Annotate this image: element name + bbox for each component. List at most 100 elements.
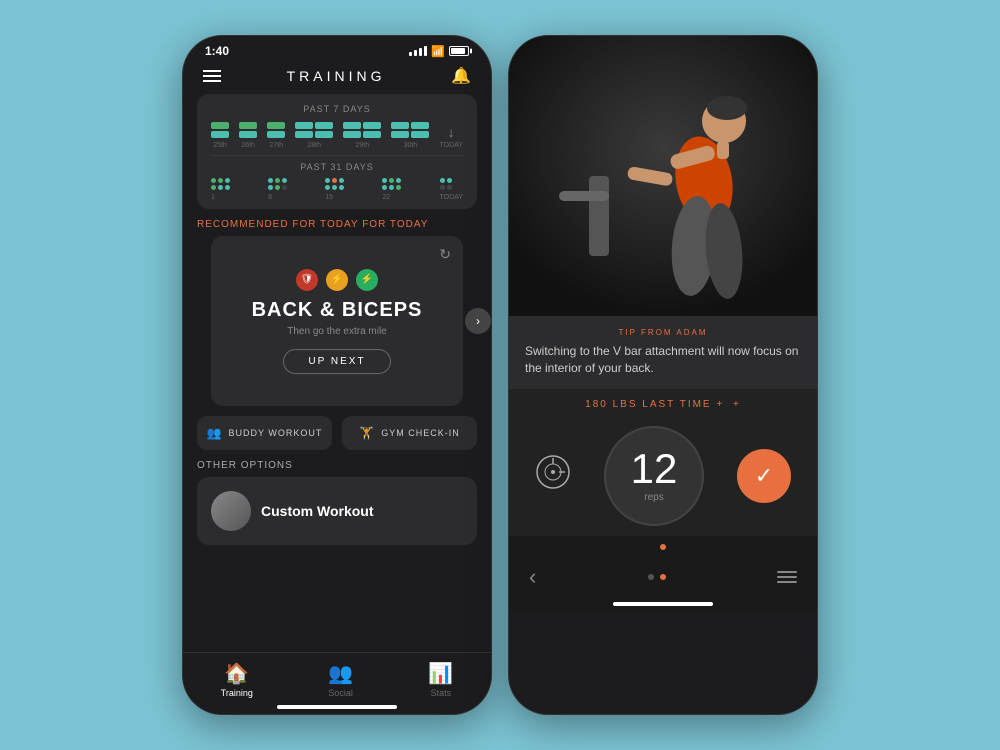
last-time-weight: 180 LBS LAST TIME <box>585 399 711 410</box>
reps-label: reps <box>644 492 663 503</box>
stats-nav-icon: 📊 <box>428 661 453 686</box>
phone-2: TIP FROM ADAM Switching to the V bar att… <box>508 35 818 715</box>
grid-label: 22 <box>382 194 401 201</box>
recommended-header: RECOMMENDED FOR TODAY FOR TODAY <box>183 209 491 236</box>
time-display: 1:40 <box>205 44 229 58</box>
grid-label: 8 <box>268 194 287 201</box>
recommended-label: RECOMMENDED <box>197 219 289 230</box>
download-icon: ↓ <box>448 124 455 140</box>
day-col-27: 27th <box>267 122 285 149</box>
carousel-next-icon[interactable]: › <box>465 308 491 334</box>
page-dots <box>648 574 666 580</box>
stats-nav-label: Stats <box>431 688 452 698</box>
gym-checkin-icon: 🏋 <box>359 426 375 440</box>
badge-icon-yellow: ⚡ <box>326 269 348 291</box>
buddy-workout-label: BUDDY WORKOUT <box>229 428 323 438</box>
page-dot-1 <box>648 574 654 580</box>
up-next-button[interactable]: UP NEXT <box>283 349 390 374</box>
other-options-section: OTHER OPTIONS Custom Workout <box>183 460 491 545</box>
buddy-workout-button[interactable]: 👥 BUDDY WORKOUT <box>197 416 332 450</box>
phone1-content: TRAINING 🔔 PAST 7 DAYS 25th <box>183 62 491 696</box>
last-time-label: 180 LBS LAST TIME + + <box>585 399 741 410</box>
signal-icon <box>409 46 427 56</box>
bottom-controls: ‹ <box>509 536 817 612</box>
past31-label: PAST 31 DAYS <box>211 162 463 172</box>
counter-section: 180 LBS LAST TIME + + 12 reps <box>509 389 817 536</box>
gym-checkin-button[interactable]: 🏋 GYM CHECK-IN <box>342 416 477 450</box>
today-download-col: ↓ TODAY <box>439 124 462 149</box>
workout-card-container: ↻ 🛡 ⚡ ⚡ BACK & BICEPS Then go the extra … <box>197 236 477 406</box>
notification-bell-icon[interactable]: 🔔 <box>451 66 471 86</box>
day-col-28: 28th <box>295 122 333 149</box>
buddy-workout-icon: 👥 <box>207 426 223 440</box>
whistle-icon <box>535 454 571 497</box>
share-icon[interactable]: ↻ <box>439 246 451 263</box>
workout-subtitle: Then go the extra mile <box>287 326 387 337</box>
menu-icon[interactable] <box>777 571 797 583</box>
rep-counter: 12 reps <box>604 426 704 526</box>
grid-label: 15 <box>325 194 344 201</box>
workout-image <box>509 36 817 316</box>
stats-card: PAST 7 DAYS 25th <box>197 94 477 209</box>
page-title: TRAINING <box>287 68 386 84</box>
progress-indicator <box>529 544 797 550</box>
home-bar <box>277 705 397 709</box>
grid-label: 1 <box>211 194 230 201</box>
custom-workout-title: Custom Workout <box>261 503 374 519</box>
custom-workout-avatar <box>211 491 251 531</box>
grid-label: TODAY <box>440 194 463 201</box>
day-col-30: 30th <box>391 122 429 149</box>
bottom-nav: 🏠 Training 👥 Social 📊 Stats <box>183 652 491 714</box>
nav-stats[interactable]: 📊 Stats <box>428 661 453 698</box>
dots-grid: 1 8 <box>211 178 463 201</box>
workout-title: BACK & BICEPS <box>252 299 423 322</box>
custom-workout-card[interactable]: Custom Workout <box>197 477 477 545</box>
tip-text: Switching to the V bar attachment will n… <box>525 343 801 377</box>
week-bars: 25th 26th 27th <box>211 122 463 149</box>
gym-checkin-label: GYM CHECK-IN <box>381 428 460 438</box>
social-nav-icon: 👥 <box>328 661 353 686</box>
back-button[interactable]: ‹ <box>529 564 536 590</box>
training-nav-label: Training <box>221 688 253 698</box>
phone1-header: TRAINING 🔔 <box>183 62 491 94</box>
nav-training[interactable]: 🏠 Training <box>221 661 253 698</box>
status-icons: 📶 <box>409 45 469 58</box>
other-options-label: OTHER OPTIONS <box>197 460 477 471</box>
day-col-25: 25th <box>211 122 229 149</box>
workout-card: ↻ 🛡 ⚡ ⚡ BACK & BICEPS Then go the extra … <box>211 236 463 406</box>
social-nav-label: Social <box>328 688 353 698</box>
page-dot-2 <box>660 574 666 580</box>
day-label: 27th <box>269 142 283 149</box>
phone-1: 1:40 📶 TRAINING <box>182 35 492 715</box>
past7-label: PAST 7 DAYS <box>211 104 463 114</box>
tip-from-label: TIP FROM ADAM <box>525 328 801 337</box>
status-bar-1: 1:40 📶 <box>183 36 491 62</box>
action-buttons: 👥 BUDDY WORKOUT 🏋 GYM CHECK-IN <box>197 416 477 450</box>
plus-icon: + <box>716 399 724 410</box>
menu-button[interactable] <box>203 70 221 82</box>
for-today-accent: FOR TODAY <box>362 219 428 230</box>
badge-icon-red: 🛡 <box>296 269 318 291</box>
progress-dot-active <box>660 544 666 550</box>
day-label: 29th <box>356 142 370 149</box>
day-col-29: 29th <box>343 122 381 149</box>
nav-social[interactable]: 👥 Social <box>328 661 353 698</box>
day-label: 30th <box>404 142 418 149</box>
tip-card: TIP FROM ADAM Switching to the V bar att… <box>509 316 817 389</box>
complete-rep-button[interactable]: ✓ <box>737 449 791 503</box>
wifi-icon: 📶 <box>431 45 445 58</box>
day-col-26: 26th <box>239 122 257 149</box>
training-nav-icon: 🏠 <box>224 661 249 686</box>
workout-badge-icons: 🛡 ⚡ ⚡ <box>296 269 378 291</box>
for-today-label: FOR TODAY <box>292 219 358 230</box>
nav-controls: ‹ <box>529 558 797 596</box>
home-bar-2 <box>613 602 713 606</box>
today-label: TODAY <box>439 142 462 149</box>
add-icon[interactable]: + <box>733 399 741 410</box>
battery-icon <box>449 46 469 56</box>
day-label: 26th <box>241 142 255 149</box>
rep-number: 12 <box>631 448 678 490</box>
day-label: 28th <box>307 142 321 149</box>
badge-icon-green: ⚡ <box>356 269 378 291</box>
day-label: 25th <box>213 142 227 149</box>
